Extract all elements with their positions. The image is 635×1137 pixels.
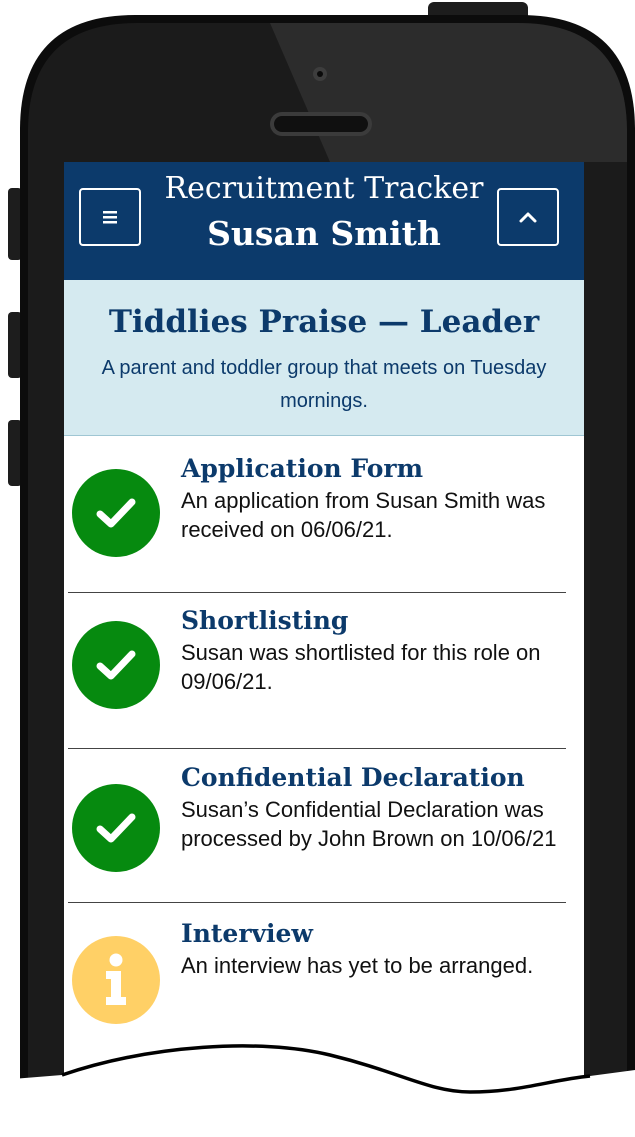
torn-edge: [0, 1044, 635, 1137]
